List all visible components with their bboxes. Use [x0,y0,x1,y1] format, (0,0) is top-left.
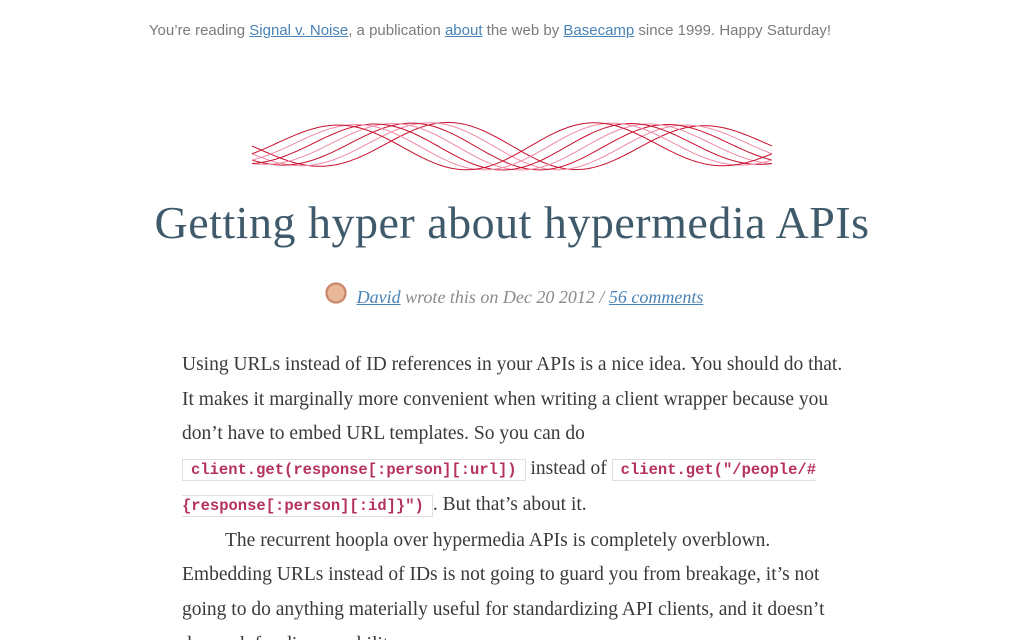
article-body: Using URLs instead of ID references in y… [182,348,844,640]
wave-line [252,121,772,171]
page: You’re reading Signal v. Noise, a public… [0,0,1024,640]
para1-text-before: Using URLs instead of ID references in y… [182,354,843,445]
masthead-middle: , a publication [348,22,445,39]
wave-line [252,122,772,171]
masthead-prefix: You’re reading [148,22,250,39]
author-link[interactable]: David [357,287,401,307]
about-link[interactable]: about [445,22,483,39]
para1-text-mid: instead of [525,458,612,480]
article-title: Getting hyper about hypermedia APIs [154,197,870,248]
basecamp-link[interactable]: Basecamp [563,22,634,39]
masthead-suffix: since 1999. Happy Saturday! [634,22,832,39]
publication-link[interactable]: Signal v. Noise [249,22,348,39]
author-avatar[interactable] [320,281,351,311]
para1-text-after: . But that’s about it. [432,493,587,515]
paragraph-2: The recurrent hoopla over hypermedia API… [182,529,825,640]
comments-link[interactable]: 56 comments [609,287,703,307]
masthead-web-by: the web by [482,22,564,39]
paragraph-1: Using URLs instead of ID references in y… [182,348,844,524]
byline: David wrote this on Dec 20 2012 / 56 com… [0,281,1024,314]
masthead: You’re reading Signal v. Noise, a public… [0,22,980,39]
wave-line [252,122,772,171]
byline-middle: wrote this on Dec 20 2012 / [400,287,609,308]
code-snippet-url: client.get(response[:person][:url]) [182,459,526,482]
wave-ornament [252,121,772,171]
